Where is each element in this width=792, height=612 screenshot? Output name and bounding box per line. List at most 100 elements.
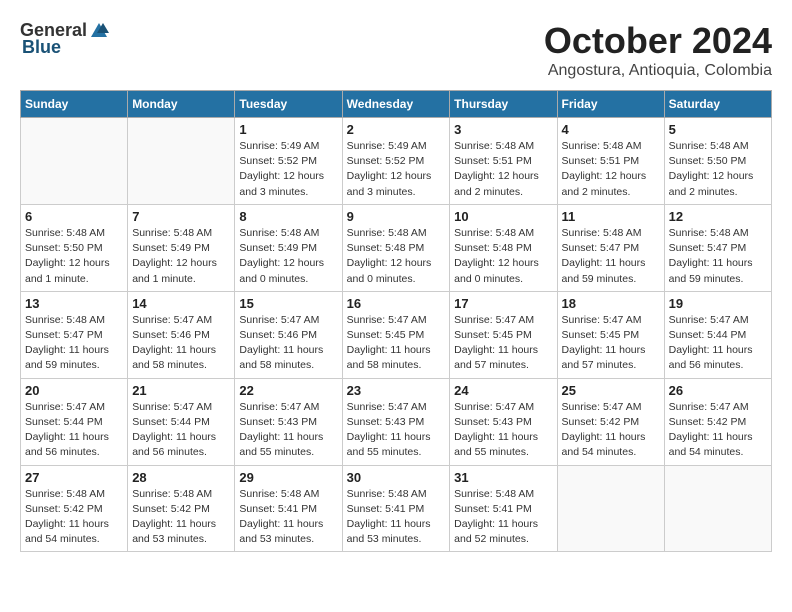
day-number: 23 (347, 383, 446, 398)
calendar-cell: 25 Sunrise: 5:47 AM Sunset: 5:42 PM Dayli… (557, 378, 664, 465)
calendar-cell: 7 Sunrise: 5:48 AM Sunset: 5:49 PM Daylig… (128, 204, 235, 291)
day-info: Sunrise: 5:47 AM Sunset: 5:42 PM Dayligh… (562, 400, 660, 461)
day-info: Sunrise: 5:48 AM Sunset: 5:41 PM Dayligh… (454, 487, 552, 548)
day-number: 31 (454, 470, 552, 485)
day-number: 1 (239, 122, 337, 137)
day-info: Sunrise: 5:47 AM Sunset: 5:44 PM Dayligh… (25, 400, 123, 461)
day-number: 4 (562, 122, 660, 137)
day-info: Sunrise: 5:47 AM Sunset: 5:45 PM Dayligh… (347, 313, 446, 374)
day-number: 8 (239, 209, 337, 224)
day-number: 28 (132, 470, 230, 485)
col-header-friday: Friday (557, 91, 664, 118)
calendar-cell: 20 Sunrise: 5:47 AM Sunset: 5:44 PM Dayli… (21, 378, 128, 465)
day-info: Sunrise: 5:48 AM Sunset: 5:41 PM Dayligh… (347, 487, 446, 548)
calendar-cell: 10 Sunrise: 5:48 AM Sunset: 5:48 PM Dayli… (450, 204, 557, 291)
day-info: Sunrise: 5:47 AM Sunset: 5:43 PM Dayligh… (239, 400, 337, 461)
calendar-cell: 15 Sunrise: 5:47 AM Sunset: 5:46 PM Dayli… (235, 291, 342, 378)
calendar-header-row: SundayMondayTuesdayWednesdayThursdayFrid… (21, 91, 772, 118)
day-info: Sunrise: 5:48 AM Sunset: 5:49 PM Dayligh… (132, 226, 230, 287)
calendar-cell: 4 Sunrise: 5:48 AM Sunset: 5:51 PM Daylig… (557, 118, 664, 205)
calendar-week-3: 13 Sunrise: 5:48 AM Sunset: 5:47 PM Dayli… (21, 291, 772, 378)
calendar-cell: 13 Sunrise: 5:48 AM Sunset: 5:47 PM Dayli… (21, 291, 128, 378)
day-info: Sunrise: 5:48 AM Sunset: 5:47 PM Dayligh… (562, 226, 660, 287)
calendar-cell (664, 465, 771, 552)
day-info: Sunrise: 5:48 AM Sunset: 5:50 PM Dayligh… (669, 139, 767, 200)
day-info: Sunrise: 5:48 AM Sunset: 5:42 PM Dayligh… (25, 487, 123, 548)
calendar-cell: 3 Sunrise: 5:48 AM Sunset: 5:51 PM Daylig… (450, 118, 557, 205)
logo-blue-text: Blue (22, 37, 61, 58)
calendar-cell (128, 118, 235, 205)
col-header-sunday: Sunday (21, 91, 128, 118)
day-info: Sunrise: 5:48 AM Sunset: 5:48 PM Dayligh… (454, 226, 552, 287)
day-info: Sunrise: 5:48 AM Sunset: 5:51 PM Dayligh… (454, 139, 552, 200)
day-number: 17 (454, 296, 552, 311)
col-header-tuesday: Tuesday (235, 91, 342, 118)
subtitle: Angostura, Antioquia, Colombia (544, 62, 772, 80)
col-header-thursday: Thursday (450, 91, 557, 118)
day-info: Sunrise: 5:47 AM Sunset: 5:45 PM Dayligh… (562, 313, 660, 374)
day-info: Sunrise: 5:47 AM Sunset: 5:43 PM Dayligh… (454, 400, 552, 461)
day-number: 7 (132, 209, 230, 224)
day-info: Sunrise: 5:48 AM Sunset: 5:50 PM Dayligh… (25, 226, 123, 287)
calendar-cell: 2 Sunrise: 5:49 AM Sunset: 5:52 PM Daylig… (342, 118, 450, 205)
calendar-cell: 18 Sunrise: 5:47 AM Sunset: 5:45 PM Dayli… (557, 291, 664, 378)
day-number: 3 (454, 122, 552, 137)
calendar-cell: 26 Sunrise: 5:47 AM Sunset: 5:42 PM Dayli… (664, 378, 771, 465)
month-title: October 2024 (544, 20, 772, 62)
day-number: 30 (347, 470, 446, 485)
calendar-cell: 8 Sunrise: 5:48 AM Sunset: 5:49 PM Daylig… (235, 204, 342, 291)
calendar-week-4: 20 Sunrise: 5:47 AM Sunset: 5:44 PM Dayli… (21, 378, 772, 465)
calendar-cell: 30 Sunrise: 5:48 AM Sunset: 5:41 PM Dayli… (342, 465, 450, 552)
calendar-cell: 27 Sunrise: 5:48 AM Sunset: 5:42 PM Dayli… (21, 465, 128, 552)
day-number: 21 (132, 383, 230, 398)
day-number: 29 (239, 470, 337, 485)
calendar-cell (21, 118, 128, 205)
day-info: Sunrise: 5:47 AM Sunset: 5:45 PM Dayligh… (454, 313, 552, 374)
day-number: 15 (239, 296, 337, 311)
day-info: Sunrise: 5:48 AM Sunset: 5:48 PM Dayligh… (347, 226, 446, 287)
calendar-cell: 22 Sunrise: 5:47 AM Sunset: 5:43 PM Dayli… (235, 378, 342, 465)
day-info: Sunrise: 5:48 AM Sunset: 5:42 PM Dayligh… (132, 487, 230, 548)
day-number: 22 (239, 383, 337, 398)
day-number: 25 (562, 383, 660, 398)
calendar-cell: 6 Sunrise: 5:48 AM Sunset: 5:50 PM Daylig… (21, 204, 128, 291)
day-info: Sunrise: 5:48 AM Sunset: 5:51 PM Dayligh… (562, 139, 660, 200)
day-info: Sunrise: 5:47 AM Sunset: 5:44 PM Dayligh… (669, 313, 767, 374)
day-info: Sunrise: 5:48 AM Sunset: 5:49 PM Dayligh… (239, 226, 337, 287)
day-info: Sunrise: 5:48 AM Sunset: 5:47 PM Dayligh… (25, 313, 123, 374)
title-area: October 2024 Angostura, Antioquia, Colom… (544, 20, 772, 80)
day-number: 19 (669, 296, 767, 311)
day-info: Sunrise: 5:47 AM Sunset: 5:46 PM Dayligh… (132, 313, 230, 374)
day-info: Sunrise: 5:49 AM Sunset: 5:52 PM Dayligh… (239, 139, 337, 200)
day-number: 2 (347, 122, 446, 137)
day-number: 20 (25, 383, 123, 398)
calendar-cell: 14 Sunrise: 5:47 AM Sunset: 5:46 PM Dayli… (128, 291, 235, 378)
day-info: Sunrise: 5:47 AM Sunset: 5:42 PM Dayligh… (669, 400, 767, 461)
calendar-cell: 12Sunrise: 5:48 AM Sunset: 5:47 PM Dayli… (664, 204, 771, 291)
day-info: Sunrise: 5:47 AM Sunset: 5:46 PM Dayligh… (239, 313, 337, 374)
calendar-cell: 19 Sunrise: 5:47 AM Sunset: 5:44 PM Dayli… (664, 291, 771, 378)
calendar-week-2: 6 Sunrise: 5:48 AM Sunset: 5:50 PM Daylig… (21, 204, 772, 291)
day-number: 6 (25, 209, 123, 224)
col-header-wednesday: Wednesday (342, 91, 450, 118)
day-number: 27 (25, 470, 123, 485)
logo: General Blue (20, 20, 111, 58)
day-number: 13 (25, 296, 123, 311)
calendar-cell: 16 Sunrise: 5:47 AM Sunset: 5:45 PM Dayli… (342, 291, 450, 378)
calendar-cell: 23Sunrise: 5:47 AM Sunset: 5:43 PM Dayli… (342, 378, 450, 465)
day-number: 16 (347, 296, 446, 311)
calendar-cell: 21 Sunrise: 5:47 AM Sunset: 5:44 PM Dayli… (128, 378, 235, 465)
day-info: Sunrise: 5:49 AM Sunset: 5:52 PM Dayligh… (347, 139, 446, 200)
calendar-cell: 11Sunrise: 5:48 AM Sunset: 5:47 PM Dayli… (557, 204, 664, 291)
calendar-week-5: 27 Sunrise: 5:48 AM Sunset: 5:42 PM Dayli… (21, 465, 772, 552)
day-number: 18 (562, 296, 660, 311)
day-number: 10 (454, 209, 552, 224)
day-number: 26 (669, 383, 767, 398)
day-number: 5 (669, 122, 767, 137)
day-info: Sunrise: 5:47 AM Sunset: 5:44 PM Dayligh… (132, 400, 230, 461)
day-info: Sunrise: 5:48 AM Sunset: 5:47 PM Dayligh… (669, 226, 767, 287)
calendar-cell: 1 Sunrise: 5:49 AM Sunset: 5:52 PM Daylig… (235, 118, 342, 205)
calendar-cell: 9Sunrise: 5:48 AM Sunset: 5:48 PM Daylig… (342, 204, 450, 291)
day-number: 14 (132, 296, 230, 311)
calendar-cell: 5 Sunrise: 5:48 AM Sunset: 5:50 PM Daylig… (664, 118, 771, 205)
